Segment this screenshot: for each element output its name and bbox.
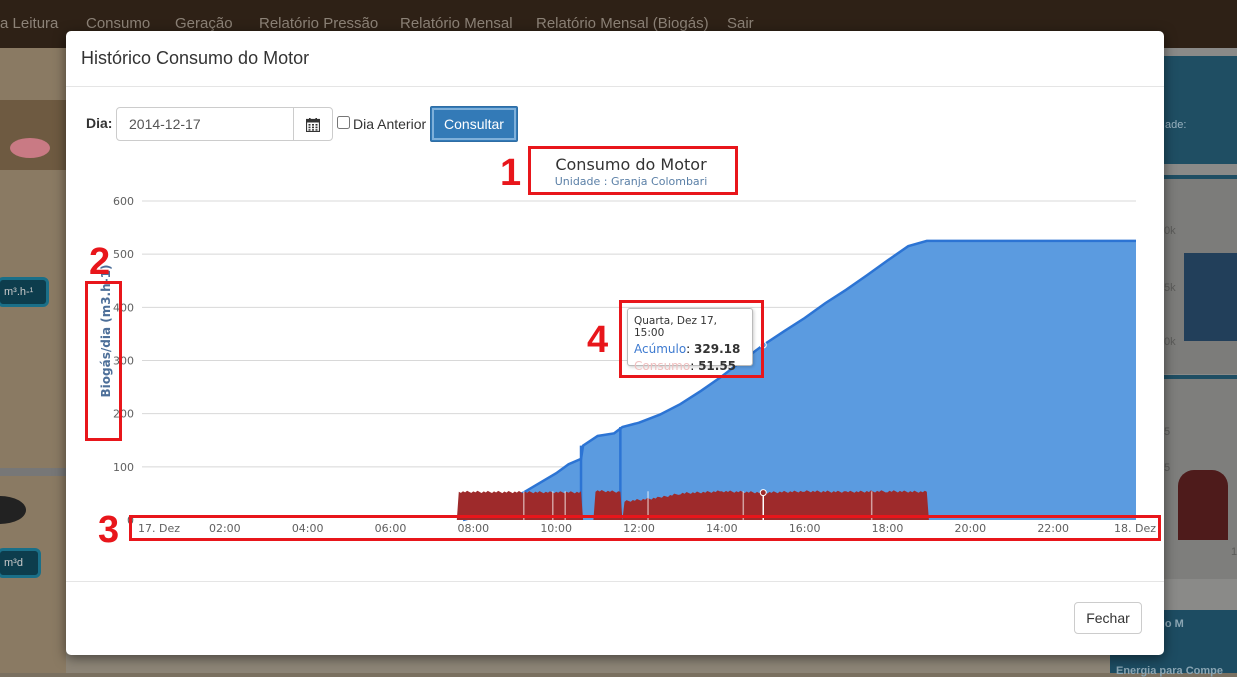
background-right-label: ade:	[1165, 119, 1187, 131]
background-footer-text-2: Energia para Compe	[1116, 665, 1223, 677]
background-unit-pill-bottom: m³d	[0, 548, 41, 578]
annotation-box-title	[528, 146, 738, 195]
close-button[interactable]: Fechar	[1074, 602, 1142, 634]
annotation-number: 2	[89, 241, 111, 283]
series-layer	[456, 239, 1137, 522]
annotation-box-tooltip	[619, 300, 764, 378]
background-tick: 1	[1231, 546, 1237, 558]
annotation-box-y-axis	[85, 281, 122, 441]
background-tick: 5	[1164, 462, 1171, 474]
annotation-box-x-axis	[129, 515, 1161, 541]
nav-item-relatorio-mensal[interactable]: Relatório Mensal	[400, 15, 513, 32]
annotation-number: 1	[500, 152, 522, 194]
annotation-number: 3	[98, 509, 120, 551]
background-right-header: ade:	[1163, 56, 1237, 164]
nav-item-relatorio-pressao[interactable]: Relatório Pressão	[259, 15, 378, 32]
y-tick-label: 100	[113, 461, 134, 474]
nav-item-consumo[interactable]: Consumo	[86, 15, 150, 32]
nav-item-leitura[interactable]: a Leitura	[0, 15, 58, 32]
consumo-modal: Histórico Consumo do Motor Dia: Dia Ante…	[66, 31, 1164, 655]
background-left-panel	[0, 48, 66, 673]
modal-footer: Fechar	[66, 581, 1164, 655]
hover-point-consumo	[759, 489, 767, 497]
annotation-number: 4	[587, 319, 609, 361]
background-right-area	[1178, 470, 1228, 540]
y-tick-label: 500	[113, 248, 134, 261]
nav-item-sair[interactable]: Sair	[727, 15, 754, 32]
chart-svg: 010020030040050060017. Dez 02:00 04:00 06:0…	[113, 195, 1156, 535]
background-tick: 5	[1164, 426, 1171, 438]
background-tick: 0k	[1164, 336, 1176, 348]
nav-item-geracao[interactable]: Geração	[175, 15, 233, 32]
nav-item-relatorio-mensal-biogas[interactable]: Relatório Mensal (Biogás)	[536, 15, 709, 32]
background-right-bar	[1184, 253, 1237, 341]
background-tick: 0k	[1164, 225, 1176, 237]
background-tick: 5k	[1164, 282, 1176, 294]
y-tick-label: 600	[113, 195, 134, 208]
background-unit-pill: m³.h-¹	[0, 277, 49, 307]
series-area-acumulo	[462, 240, 1137, 520]
